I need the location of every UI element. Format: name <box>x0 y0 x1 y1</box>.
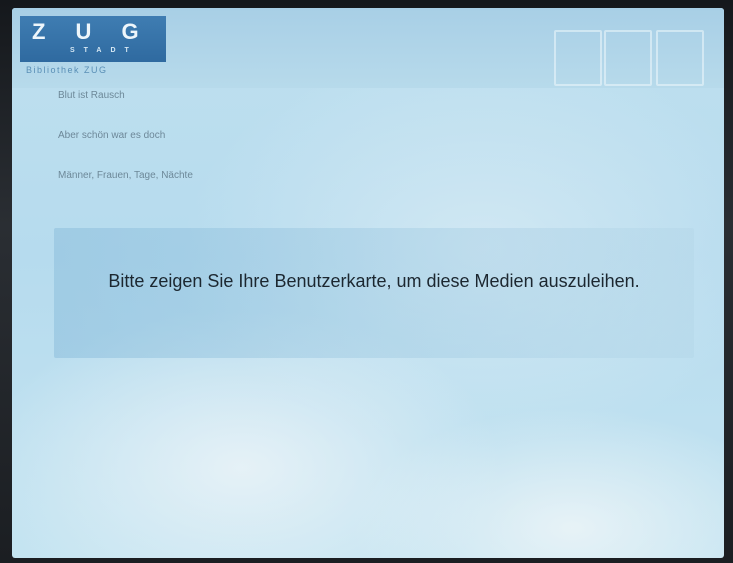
decorative-frame-icon <box>554 30 602 86</box>
media-title: Blut ist Rausch <box>58 90 125 101</box>
instruction-panel: Bitte zeigen Sie Ihre Benutzerkarte, um … <box>54 228 694 358</box>
header-bar: Z U G STADT Bibliothek ZUG <box>12 8 724 88</box>
logo-sub-text: STADT <box>70 47 138 54</box>
media-title: Männer, Frauen, Tage, Nächte <box>58 170 193 181</box>
kiosk-screen: Z U G STADT Bibliothek ZUG Blut ist Raus… <box>12 8 724 558</box>
zug-logo: Z U G STADT <box>20 16 166 62</box>
decorative-frame-icon <box>656 30 704 86</box>
logo-main-text: Z U G <box>32 19 151 44</box>
instruction-message: Bitte zeigen Sie Ihre Benutzerkarte, um … <box>108 271 640 291</box>
media-title: Aber schön war es doch <box>58 130 166 141</box>
decorative-frame-icon <box>604 30 652 86</box>
library-title: Bibliothek ZUG <box>26 65 108 75</box>
